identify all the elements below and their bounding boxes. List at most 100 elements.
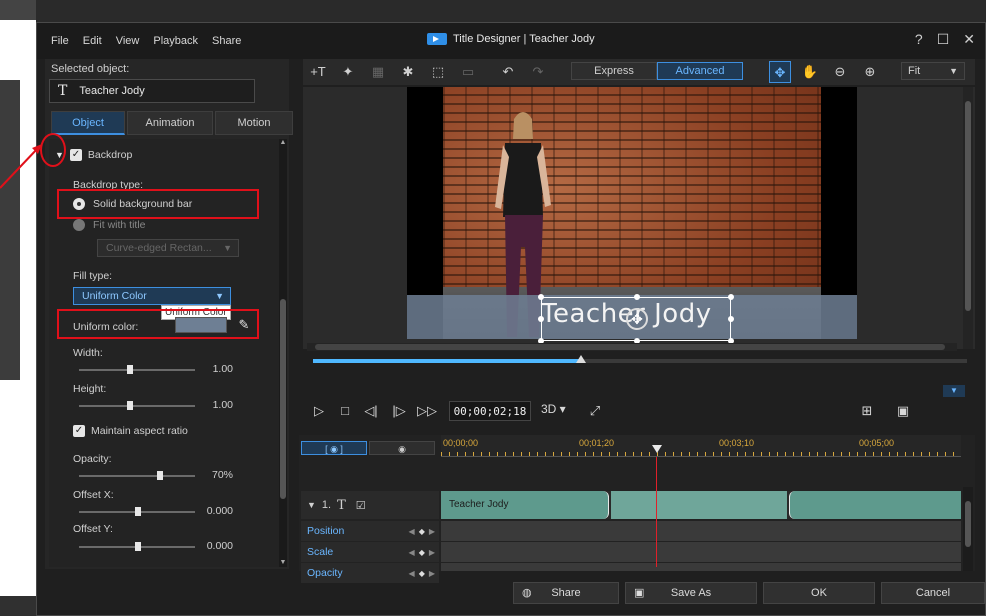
scrollbar-thumb[interactable]	[965, 101, 971, 311]
resize-handle[interactable]	[538, 294, 544, 300]
previous-frame-icon[interactable]: ◁|	[361, 401, 381, 421]
progress-marker[interactable]	[576, 355, 587, 363]
preview-horizontal-scrollbar[interactable]	[307, 343, 957, 351]
next-frame-icon[interactable]: |▷	[389, 401, 409, 421]
prev-keyframe-icon[interactable]: ◀	[409, 527, 415, 536]
height-slider[interactable]	[79, 401, 195, 410]
keyframe-controls[interactable]: ◀ ◆ ▶	[409, 527, 435, 536]
timecode-display[interactable]: 00;00;02;18	[449, 401, 531, 421]
prev-keyframe-icon[interactable]: ◀	[409, 569, 415, 578]
slider-knob[interactable]	[135, 507, 141, 516]
playback-progress[interactable]	[313, 355, 967, 363]
opacity-slider[interactable]	[79, 471, 195, 480]
title-selection-box[interactable]: ✥	[538, 294, 734, 344]
tab-animation[interactable]: Animation	[127, 111, 213, 135]
keyframe-track-position[interactable]	[441, 521, 961, 541]
radio-fit-with-title[interactable]: Fit with title	[73, 219, 146, 231]
next-keyframe-icon[interactable]: ▶	[429, 548, 435, 557]
menu-file[interactable]: File	[51, 35, 69, 47]
insert-particle-icon[interactable]: ✦	[337, 61, 359, 83]
grid-lines-icon[interactable]: ▣	[893, 401, 913, 421]
3d-mode-toggle[interactable]: 3D ▾	[541, 402, 566, 416]
tab-timeline-keyframe[interactable]: ◉	[369, 441, 435, 455]
backdrop-checkbox[interactable]: ✓	[69, 149, 82, 161]
scrollbar-thumb[interactable]	[280, 299, 286, 499]
play-icon[interactable]: ▷	[309, 401, 329, 421]
keyframe-track-scale[interactable]	[441, 542, 961, 562]
slider-knob[interactable]	[127, 365, 133, 374]
undo-icon[interactable]: ↶	[497, 61, 519, 83]
tab-timeline-object[interactable]: [ ◉ ]	[301, 441, 367, 455]
title-clip-middle[interactable]	[611, 491, 787, 519]
close-icon[interactable]: ✕	[963, 31, 975, 48]
cancel-button[interactable]: Cancel	[881, 582, 985, 604]
prev-keyframe-icon[interactable]: ◀	[409, 548, 415, 557]
particle-effect-icon[interactable]: ✱	[397, 61, 419, 83]
maximize-icon[interactable]: ☐	[937, 31, 950, 48]
insert-frame-icon[interactable]: ⬚	[427, 61, 449, 83]
preview-vertical-scrollbar[interactable]	[963, 87, 973, 349]
resize-handle[interactable]	[728, 294, 734, 300]
radio-off-icon[interactable]	[73, 219, 85, 231]
scrollbar-thumb[interactable]	[965, 501, 971, 547]
keyframe-controls[interactable]: ◀ ◆ ▶	[409, 548, 435, 557]
keyframe-diamond-icon[interactable]: ◆	[419, 527, 425, 536]
redo-icon[interactable]: ↷	[527, 61, 549, 83]
menu-share[interactable]: Share	[212, 35, 241, 47]
resize-handle[interactable]	[728, 316, 734, 322]
collapse-panel-icon[interactable]: ▼	[943, 385, 965, 397]
safe-zone-icon[interactable]: ⊞	[857, 401, 877, 421]
mode-express-button[interactable]: Express	[571, 62, 657, 80]
offset-x-slider[interactable]	[79, 507, 195, 516]
scroll-down-icon[interactable]: ▼	[279, 559, 287, 567]
selected-object-field[interactable]: T Teacher Jody	[49, 79, 255, 103]
menu-edit[interactable]: Edit	[83, 35, 102, 47]
maintain-aspect-row[interactable]: ✓ Maintain aspect ratio	[73, 425, 188, 437]
next-keyframe-icon[interactable]: ▶	[429, 527, 435, 536]
title-clip[interactable]: Teacher Jody	[441, 491, 609, 519]
share-button[interactable]: ◍ Share	[513, 582, 619, 604]
mode-advanced-button[interactable]: Advanced	[657, 62, 743, 80]
offset-y-slider[interactable]	[79, 542, 195, 551]
next-keyframe-icon[interactable]: ▶	[429, 569, 435, 578]
ok-button[interactable]: OK	[763, 582, 875, 604]
tab-object[interactable]: Object	[51, 111, 125, 135]
track-enable-checkbox-icon[interactable]: ☑	[346, 499, 366, 512]
timeline-ruler[interactable]: 00;00;00 00;01;20 00;03;10 00;05;00	[441, 435, 961, 457]
keyframe-diamond-icon[interactable]: ◆	[419, 548, 425, 557]
select-move-icon[interactable]: ✥	[769, 61, 791, 83]
fill-type-dropdown[interactable]: Uniform Color ▼	[73, 287, 231, 305]
zoom-out-icon[interactable]: ⊖	[829, 61, 851, 83]
fullscreen-icon[interactable]: ⤢	[585, 401, 605, 421]
save-as-button[interactable]: ▣ Save As	[625, 582, 757, 604]
hand-pan-icon[interactable]: ✋	[799, 61, 821, 83]
tab-motion[interactable]: Motion	[215, 111, 293, 135]
width-slider[interactable]	[79, 365, 195, 374]
scroll-up-icon[interactable]: ▲	[279, 139, 287, 147]
help-icon[interactable]: ?	[915, 31, 923, 48]
fast-forward-icon[interactable]: ▷▷	[417, 401, 437, 421]
properties-scrollbar[interactable]: ▲ ▼	[279, 139, 287, 567]
playhead-handle[interactable]	[652, 445, 662, 453]
menu-view[interactable]: View	[116, 35, 140, 47]
scrollbar-thumb[interactable]	[315, 344, 945, 350]
stop-icon[interactable]: □	[335, 401, 355, 421]
resize-handle[interactable]	[634, 294, 640, 300]
keyframe-track-opacity[interactable]	[441, 563, 961, 571]
zoom-fit-dropdown[interactable]: Fit ▼	[901, 62, 965, 80]
slider-knob[interactable]	[157, 471, 163, 480]
maintain-aspect-checkbox[interactable]: ✓	[73, 425, 85, 437]
slider-knob[interactable]	[127, 401, 133, 410]
zoom-in-icon[interactable]: ⊕	[859, 61, 881, 83]
timeline-vertical-scrollbar[interactable]	[963, 487, 973, 571]
title-clip-end[interactable]	[789, 491, 961, 519]
expand-track-icon[interactable]: ▼	[301, 500, 316, 510]
insert-text-icon[interactable]: +T	[307, 61, 329, 83]
menu-playback[interactable]: Playback	[153, 35, 198, 47]
keyframe-controls[interactable]: ◀ ◆ ▶	[409, 569, 435, 578]
slider-knob[interactable]	[135, 542, 141, 551]
insert-image-icon[interactable]: ▦	[367, 61, 389, 83]
align-icon[interactable]: ▭	[457, 61, 479, 83]
resize-handle[interactable]	[538, 316, 544, 322]
keyframe-diamond-icon[interactable]: ◆	[419, 569, 425, 578]
